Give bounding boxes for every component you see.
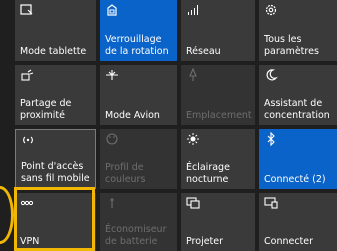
tile-battery-saver[interactable]: Économiseur de batterie	[100, 193, 177, 251]
tile-network[interactable]: Réseau	[181, 0, 255, 61]
location-icon	[186, 68, 200, 82]
tile-all-settings[interactable]: Tous les paramètres	[259, 0, 337, 61]
tile-label: Assistant de concentration	[264, 98, 330, 121]
tile-label: Connecter	[264, 235, 314, 247]
tile-label: Tous les paramètres	[264, 34, 319, 57]
tile-focus-assist[interactable]: Assistant de concentration	[259, 65, 337, 125]
tile-night-light[interactable]: Éclairage nocturne	[181, 129, 255, 189]
highlight-arc	[0, 186, 14, 244]
tile-tablet-mode[interactable]: Mode tablette	[15, 0, 96, 61]
tile-connect[interactable]: Connecter	[259, 193, 337, 251]
palette-icon	[105, 132, 119, 146]
tile-rotation-lock[interactable]: Verrouillage de la rotation	[100, 0, 177, 61]
tile-color-profile[interactable]: Profil de couleurs	[100, 129, 177, 189]
airplane-icon	[105, 68, 119, 82]
connect-icon	[264, 196, 278, 210]
tile-label: Verrouillage de la rotation	[105, 34, 169, 57]
tile-label: Emplacement	[186, 109, 252, 121]
gear-icon	[264, 3, 278, 17]
tile-label: Point d'accès sans fil mobile	[21, 161, 90, 184]
tile-project[interactable]: Projeter	[181, 193, 255, 251]
bluetooth-icon	[264, 132, 278, 146]
tile-label: Connecté (2)	[264, 173, 326, 185]
hotspot-icon	[21, 133, 35, 147]
tile-label: Profil de couleurs	[105, 162, 146, 185]
network-icon	[186, 3, 200, 17]
tile-label: Mode tablette	[20, 45, 87, 57]
tile-label: Partage de proximité	[20, 98, 72, 121]
tile-mobile-hotspot[interactable]: Point d'accès sans fil mobile	[15, 129, 96, 189]
tile-airplane-mode[interactable]: Mode Avion	[100, 65, 177, 125]
tile-label: Éclairage nocturne	[186, 162, 230, 185]
rotation-lock-icon	[105, 3, 119, 17]
tile-label: Économiseur de batterie	[105, 224, 167, 247]
tablet-mode-icon	[20, 3, 34, 17]
tile-location[interactable]: Emplacement	[181, 65, 255, 125]
tile-bluetooth[interactable]: Connecté (2)	[259, 129, 337, 189]
tile-label: Projeter	[186, 235, 224, 247]
nearby-share-icon	[20, 68, 34, 82]
project-icon	[186, 196, 200, 210]
action-center-quick-actions: { "tiles": [ {"id":"tablet-mode","label"…	[0, 0, 337, 251]
tile-label: Réseau	[186, 45, 221, 57]
tile-nearby-sharing[interactable]: Partage de proximité	[15, 65, 96, 125]
battery-saver-icon	[105, 196, 119, 210]
moon-icon	[264, 68, 278, 82]
tile-label: Mode Avion	[105, 109, 160, 121]
sun-icon	[186, 132, 200, 146]
tile-label: VPN	[20, 235, 40, 247]
vpn-icon	[20, 196, 34, 210]
tile-vpn[interactable]: VPN	[15, 193, 96, 251]
